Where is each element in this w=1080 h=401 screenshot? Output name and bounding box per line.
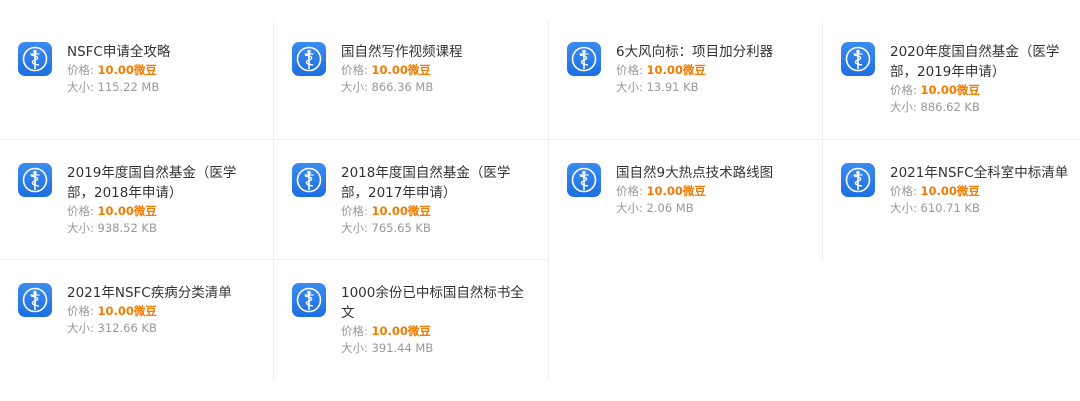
caduceus-app-icon — [18, 42, 52, 76]
price-label: 价格: — [341, 63, 368, 77]
price-row: 价格: 10.00微豆 — [67, 203, 242, 220]
product-title[interactable]: 国自然写作视频课程 — [341, 42, 463, 62]
product-card[interactable]: 6大风向标：项目加分利器 价格: 10.00微豆 大小: 13.91 KB — [549, 18, 823, 139]
price-label: 价格: — [341, 204, 368, 218]
size-value: 13.91 KB — [646, 80, 699, 94]
size-value: 938.52 KB — [97, 221, 157, 235]
size-label: 大小: — [890, 201, 917, 215]
caduceus-app-icon — [18, 163, 52, 197]
product-grid: NSFC申请全攻略 价格: 10.00微豆 大小: 115.22 MB 国自然写… — [0, 0, 1080, 401]
price-label: 价格: — [67, 63, 94, 77]
caduceus-app-icon — [841, 163, 875, 197]
price-value: 10.00微豆 — [97, 63, 157, 77]
price-label: 价格: — [616, 63, 643, 77]
size-label: 大小: — [67, 80, 94, 94]
caduceus-app-icon — [841, 42, 875, 76]
product-card[interactable]: NSFC申请全攻略 价格: 10.00微豆 大小: 115.22 MB — [0, 18, 274, 139]
size-row: 大小: 886.62 KB — [890, 99, 1065, 116]
price-value: 10.00微豆 — [97, 304, 157, 318]
product-card[interactable]: 2019年度国自然基金（医学部，2018年申请） 价格: 10.00微豆 大小:… — [0, 139, 274, 260]
price-row: 价格: 10.00微豆 — [616, 62, 773, 79]
size-label: 大小: — [341, 80, 368, 94]
size-label: 大小: — [341, 341, 368, 355]
size-value: 886.62 KB — [920, 100, 980, 114]
size-row: 大小: 2.06 MB — [616, 200, 773, 217]
price-row: 价格: 10.00微豆 — [890, 183, 1068, 200]
price-label: 价格: — [890, 83, 917, 97]
size-value: 2.06 MB — [646, 201, 694, 215]
product-title[interactable]: 2021年NSFC疾病分类清单 — [67, 283, 232, 303]
caduceus-app-icon — [567, 163, 601, 197]
size-row: 大小: 765.65 KB — [341, 220, 516, 237]
size-row: 大小: 610.71 KB — [890, 200, 1068, 217]
caduceus-app-icon — [567, 42, 601, 76]
product-card[interactable]: 1000余份已中标国自然标书全文 价格: 10.00微豆 大小: 391.44 … — [274, 259, 548, 380]
size-row: 大小: 312.66 KB — [67, 320, 232, 337]
price-value: 10.00微豆 — [920, 83, 980, 97]
size-row: 大小: 938.52 KB — [67, 220, 242, 237]
size-value: 312.66 KB — [97, 321, 157, 335]
size-value: 765.65 KB — [371, 221, 431, 235]
price-value: 10.00微豆 — [371, 63, 431, 77]
caduceus-app-icon — [18, 283, 52, 317]
price-row: 价格: 10.00微豆 — [616, 183, 773, 200]
price-label: 价格: — [67, 204, 94, 218]
price-value: 10.00微豆 — [371, 324, 431, 338]
size-value: 610.71 KB — [920, 201, 980, 215]
price-value: 10.00微豆 — [371, 204, 431, 218]
product-card[interactable]: 2021年NSFC全科室中标清单 价格: 10.00微豆 大小: 610.71 … — [823, 139, 1080, 260]
product-title[interactable]: 2019年度国自然基金（医学部，2018年申请） — [67, 163, 242, 203]
price-row: 价格: 10.00微豆 — [341, 62, 463, 79]
price-label: 价格: — [890, 184, 917, 198]
product-title[interactable]: 1000余份已中标国自然标书全文 — [341, 283, 526, 323]
product-title[interactable]: 2021年NSFC全科室中标清单 — [890, 163, 1068, 183]
size-row: 大小: 115.22 MB — [67, 79, 170, 96]
price-label: 价格: — [341, 324, 368, 338]
size-label: 大小: — [616, 80, 643, 94]
size-label: 大小: — [616, 201, 643, 215]
price-row: 价格: 10.00微豆 — [67, 303, 232, 320]
product-card[interactable]: 2020年度国自然基金（医学部，2019年申请） 价格: 10.00微豆 大小:… — [823, 18, 1080, 139]
product-title[interactable]: 国自然9大热点技术路线图 — [616, 163, 773, 183]
price-row: 价格: 10.00微豆 — [341, 203, 516, 220]
product-title[interactable]: 2018年度国自然基金（医学部，2017年申请） — [341, 163, 516, 203]
product-card[interactable]: 国自然9大热点技术路线图 价格: 10.00微豆 大小: 2.06 MB — [549, 139, 823, 260]
product-card[interactable]: 2018年度国自然基金（医学部，2017年申请） 价格: 10.00微豆 大小:… — [274, 139, 548, 260]
size-row: 大小: 391.44 MB — [341, 340, 526, 357]
price-value: 10.00微豆 — [97, 204, 157, 218]
product-title[interactable]: 6大风向标：项目加分利器 — [616, 42, 773, 62]
caduceus-app-icon — [292, 283, 326, 317]
size-value: 115.22 MB — [97, 80, 160, 94]
size-label: 大小: — [67, 221, 94, 235]
price-value: 10.00微豆 — [646, 184, 706, 198]
size-label: 大小: — [341, 221, 368, 235]
caduceus-app-icon — [292, 42, 326, 76]
caduceus-app-icon — [292, 163, 326, 197]
size-row: 大小: 13.91 KB — [616, 79, 773, 96]
size-label: 大小: — [890, 100, 917, 114]
size-row: 大小: 866.36 MB — [341, 79, 463, 96]
price-row: 价格: 10.00微豆 — [67, 62, 170, 79]
price-value: 10.00微豆 — [646, 63, 706, 77]
price-value: 10.00微豆 — [920, 184, 980, 198]
size-label: 大小: — [67, 321, 94, 335]
product-title[interactable]: 2020年度国自然基金（医学部，2019年申请） — [890, 42, 1065, 82]
price-label: 价格: — [67, 304, 94, 318]
size-value: 391.44 MB — [371, 341, 434, 355]
product-title[interactable]: NSFC申请全攻略 — [67, 42, 170, 62]
product-card[interactable]: 国自然写作视频课程 价格: 10.00微豆 大小: 866.36 MB — [274, 18, 548, 139]
product-card[interactable]: 2021年NSFC疾病分类清单 价格: 10.00微豆 大小: 312.66 K… — [0, 259, 274, 380]
price-row: 价格: 10.00微豆 — [341, 323, 526, 340]
price-row: 价格: 10.00微豆 — [890, 82, 1065, 99]
price-label: 价格: — [616, 184, 643, 198]
size-value: 866.36 MB — [371, 80, 434, 94]
